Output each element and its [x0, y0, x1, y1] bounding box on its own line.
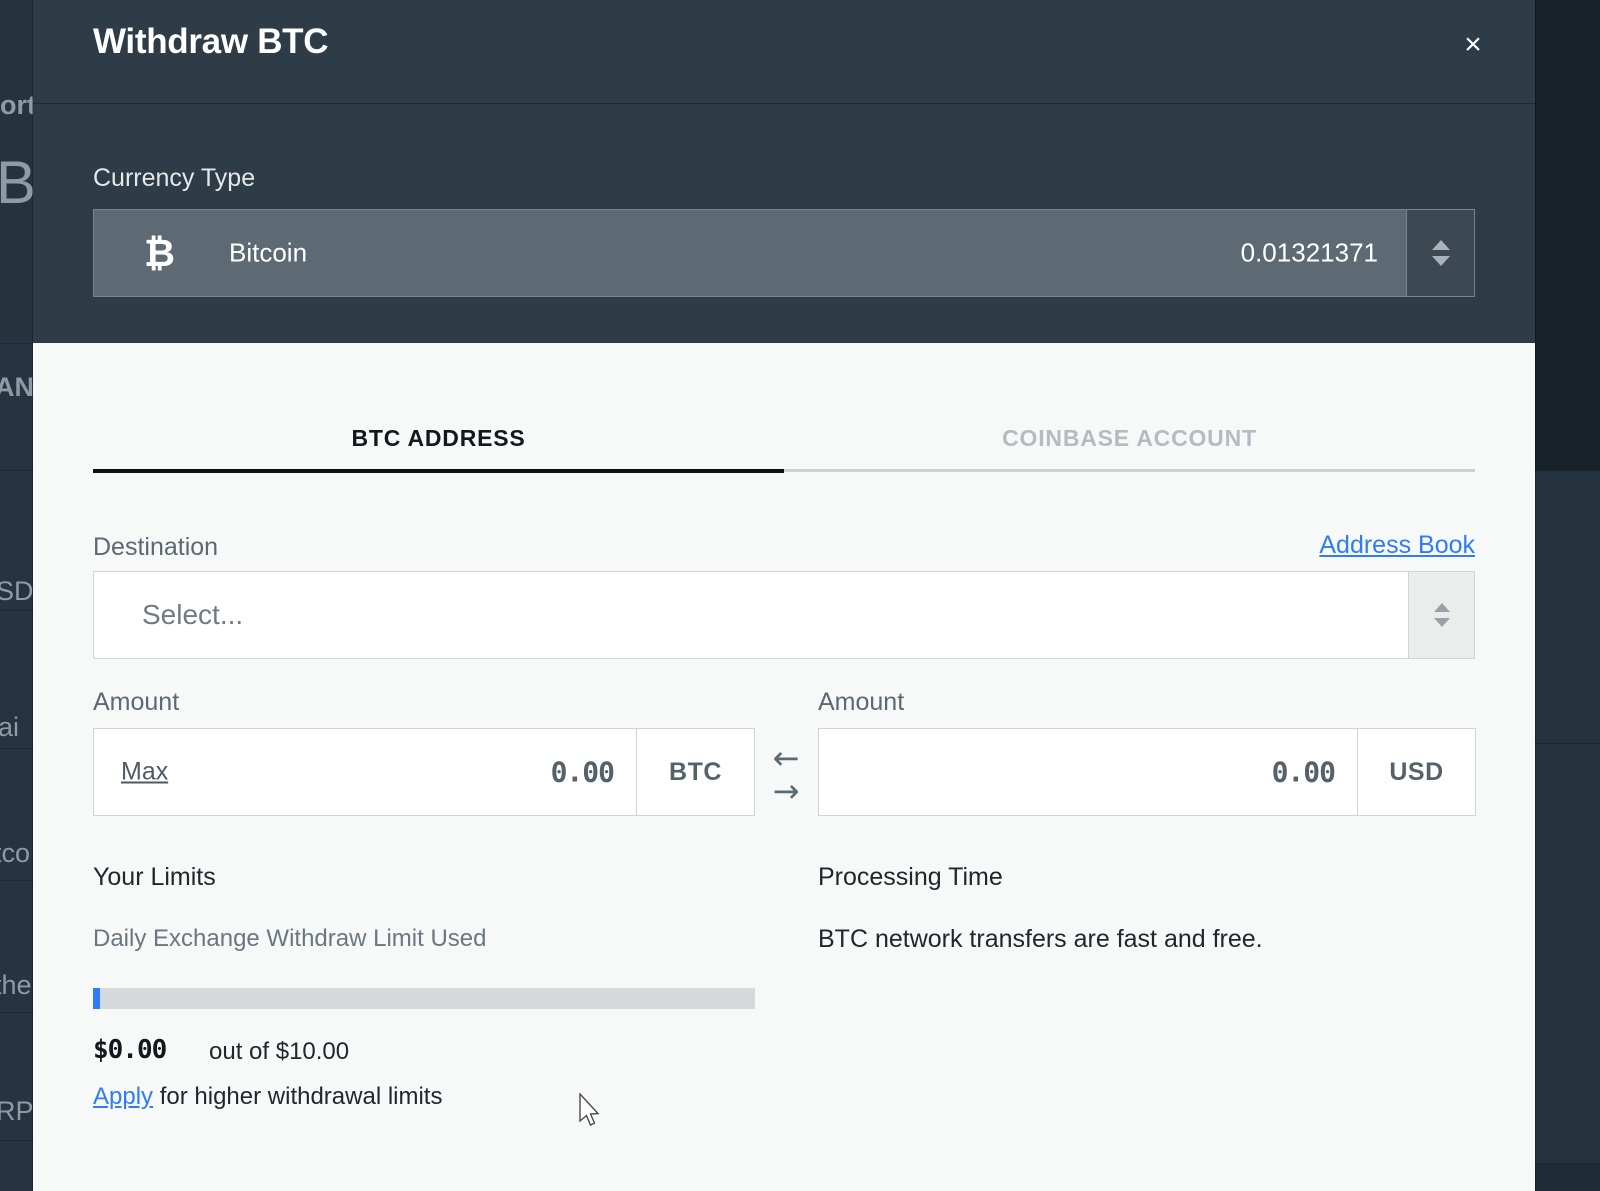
arrow-left-icon: ← [773, 742, 800, 775]
amount-btc-value: 0.00 [551, 756, 614, 789]
modal-body: BTC ADDRESS COINBASE ACCOUNT Destination… [33, 343, 1535, 1191]
processing-time-text: BTC network transfers are fast and free. [818, 925, 1263, 954]
background-divider [0, 1012, 33, 1013]
daily-limit-progress-fill [93, 988, 100, 1009]
background-right-divider [1535, 1163, 1600, 1164]
currency-type-label: Currency Type [93, 164, 255, 193]
amount-btc-unit: BTC [636, 729, 754, 815]
arrow-right-icon: → [773, 775, 800, 808]
chevron-up-icon [1432, 240, 1450, 250]
processing-time-heading: Processing Time [818, 863, 1003, 892]
daily-limit-progress-bar [93, 988, 755, 1009]
apply-rest-text: for higher withdrawal limits [153, 1083, 442, 1110]
background-text-fragment: the [0, 970, 32, 1001]
currency-name-label: Bitcoin [229, 238, 307, 269]
currency-section: Currency Type ₿ Bitcoin 0.01321371 [33, 104, 1535, 343]
amount-btc-box: Max 0.00 BTC [93, 728, 755, 816]
your-limits-heading: Your Limits [93, 863, 216, 892]
background-text-fragment: tco [0, 838, 30, 869]
tab-coinbase-account-label: COINBASE ACCOUNT [1002, 425, 1257, 451]
apply-link[interactable]: Apply [93, 1083, 153, 1110]
currency-type-select[interactable]: ₿ Bitcoin 0.01321371 [93, 209, 1475, 297]
modal-header: Withdraw BTC × [33, 0, 1535, 104]
background-right-block-a [1535, 0, 1600, 470]
apply-limits-row: Apply for higher withdrawal limits [93, 1083, 442, 1111]
background-divider [0, 1140, 33, 1141]
amount-usd-input[interactable]: 0.00 [819, 729, 1357, 815]
daily-limit-label: Daily Exchange Withdraw Limit Used [93, 925, 486, 953]
withdraw-modal: Withdraw BTC × Currency Type ₿ Bitcoin 0… [33, 0, 1535, 1191]
background-divider [0, 470, 33, 471]
background-left-strip: ort B ANG SD ai tco the RP [0, 0, 33, 1191]
background-text-fragment: ANG [0, 372, 33, 403]
destination-select[interactable]: Select... [93, 571, 1475, 659]
tab-coinbase-account[interactable]: COINBASE ACCOUNT [784, 403, 1475, 473]
amount-usd-box: 0.00 USD [818, 728, 1476, 816]
currency-type-select-main[interactable]: ₿ Bitcoin 0.01321371 [94, 210, 1406, 296]
background-text-fragment: SD [0, 576, 33, 607]
background-divider [0, 610, 33, 611]
background-text-fragment: ort [0, 90, 33, 121]
address-book-link[interactable]: Address Book [1319, 531, 1475, 560]
chevron-down-icon [1434, 618, 1450, 627]
background-text-fragment: ai [0, 712, 19, 743]
close-icon[interactable]: × [1456, 30, 1490, 64]
swap-currency-button[interactable]: ← → [762, 741, 810, 809]
tab-active-underline [93, 469, 784, 473]
background-right-block-c [1535, 743, 1600, 1163]
bitcoin-icon: ₿ [144, 234, 175, 272]
amount-usd-unit: USD [1357, 729, 1475, 815]
destination-placeholder: Select... [142, 599, 243, 631]
amount-btc-label: Amount [93, 688, 179, 717]
background-text-fragment: B [0, 148, 33, 217]
amount-usd-label: Amount [818, 688, 904, 717]
destination-dropdown-button[interactable] [1408, 572, 1474, 658]
amount-btc-input[interactable]: Max 0.00 [94, 729, 636, 815]
tab-btc-address-label: BTC ADDRESS [351, 425, 525, 451]
background-right-divider [1535, 743, 1600, 744]
limit-total-text: out of $10.00 [209, 1038, 349, 1066]
background-right-divider [1535, 470, 1600, 471]
limit-used-value: $0.00 [93, 1035, 166, 1065]
destination-select-input[interactable]: Select... [94, 572, 1408, 658]
tab-inactive-underline [784, 469, 1475, 472]
modal-dark-section: Withdraw BTC × Currency Type ₿ Bitcoin 0… [33, 0, 1535, 343]
currency-balance-value: 0.01321371 [1241, 238, 1378, 269]
currency-dropdown-button[interactable] [1406, 210, 1474, 296]
amount-usd-value: 0.00 [1272, 756, 1335, 789]
background-text-fragment: RP [0, 1096, 33, 1127]
background-divider [0, 880, 33, 881]
background-right-block-b [1535, 470, 1600, 743]
destination-label: Destination [93, 533, 218, 562]
page-title: Withdraw BTC [93, 22, 328, 62]
background-right-block-d [1535, 1163, 1600, 1191]
max-link[interactable]: Max [121, 758, 168, 787]
background-divider [0, 748, 33, 749]
screen-root: ort B ANG SD ai tco the RP Withdraw BTC × Curre… [0, 0, 1600, 1191]
tab-bar: BTC ADDRESS COINBASE ACCOUNT [93, 403, 1475, 473]
chevron-up-icon [1434, 603, 1450, 612]
background-divider [0, 343, 33, 344]
tab-btc-address[interactable]: BTC ADDRESS [93, 403, 784, 473]
chevron-down-icon [1432, 256, 1450, 266]
